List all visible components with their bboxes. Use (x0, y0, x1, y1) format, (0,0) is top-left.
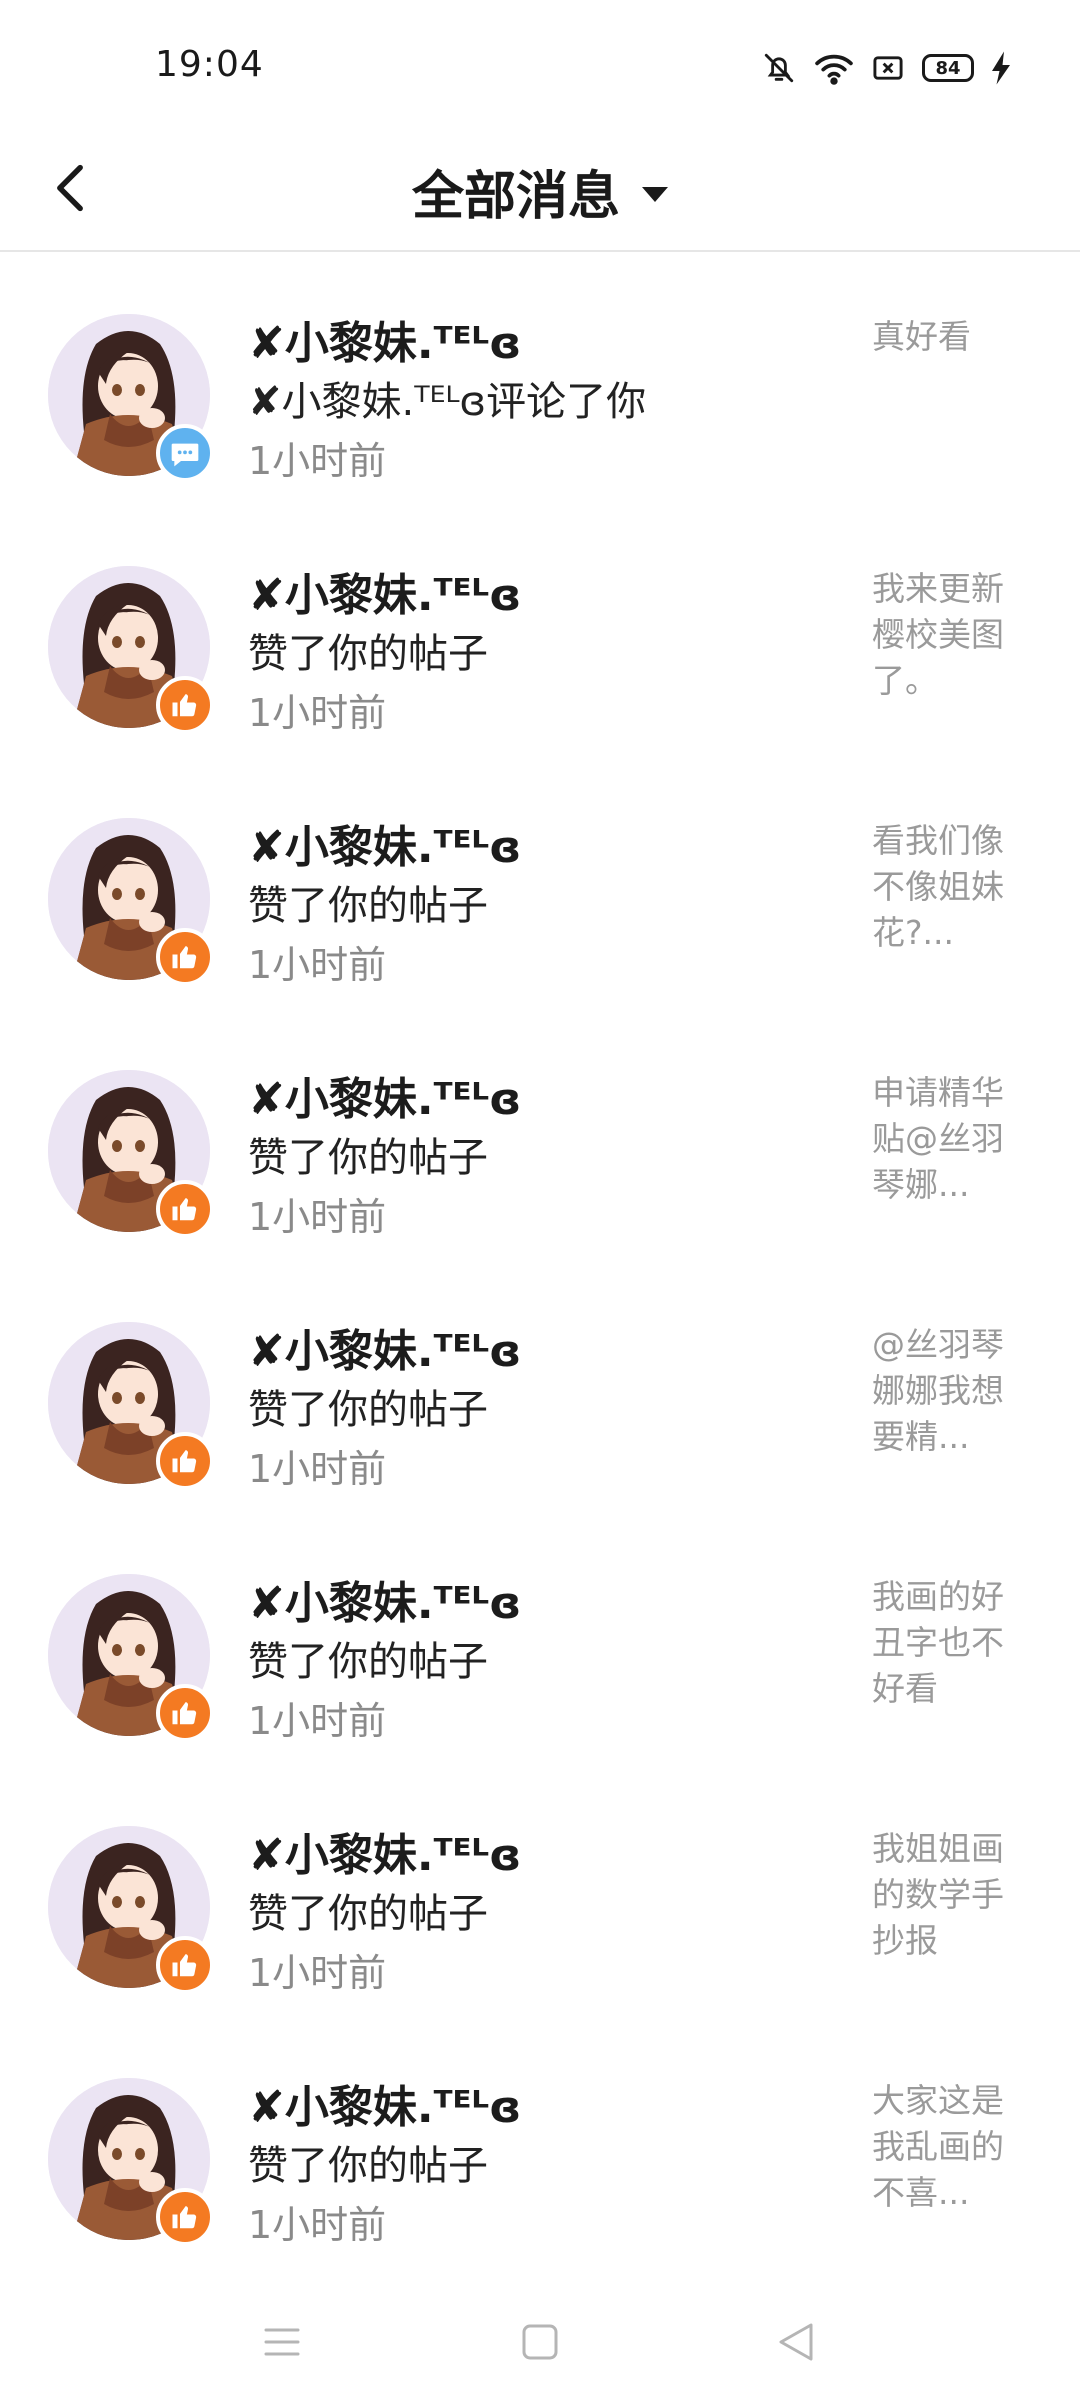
sender-name[interactable]: ✘小黎妹.ᵀᴱᴸɞ (248, 559, 521, 623)
post-preview[interactable]: 真好看 (872, 314, 1022, 360)
message-action: 赞了你的帖子 (248, 1639, 488, 1685)
message-time: 1小时前 (248, 1951, 387, 1995)
message-action: 赞了你的帖子 (248, 2143, 488, 2189)
message-item-4[interactable]: ✘小黎妹.ᵀᴱᴸɞ 赞了你的帖子 1小时前 申请精华贴@丝羽琴娜... (0, 1008, 1080, 1260)
post-preview[interactable]: 大家这是我乱画的不喜... (872, 2078, 1022, 2216)
post-preview[interactable]: 申请精华贴@丝羽琴娜... (872, 1070, 1022, 1208)
message-time: 1小时前 (248, 2203, 387, 2247)
message-item-5[interactable]: ✘小黎妹.ᵀᴱᴸɞ 赞了你的帖子 1小时前 @丝羽琴娜娜我想要精... (0, 1260, 1080, 1512)
sender-name[interactable]: ✘小黎妹.ᵀᴱᴸɞ (248, 811, 521, 875)
status-time: 19:04 (155, 44, 264, 85)
thumbs-up-icon (156, 928, 214, 986)
message-item-1[interactable]: ✘小黎妹.ᵀᴱᴸɞ ✘小黎妹.ᵀᴱᴸɞ评论了你 1小时前 真好看 (0, 252, 1080, 504)
sender-name[interactable]: ✘小黎妹.ᵀᴱᴸɞ (248, 1315, 521, 1379)
sender-name[interactable]: ✘小黎妹.ᵀᴱᴸɞ (248, 1567, 521, 1631)
message-item-3[interactable]: ✘小黎妹.ᵀᴱᴸɞ 赞了你的帖子 1小时前 看我们像不像姐妹花?... (0, 756, 1080, 1008)
sender-name[interactable]: ✘小黎妹.ᵀᴱᴸɞ (248, 1063, 521, 1127)
thumbs-up-icon (156, 1432, 214, 1490)
message-time: 1小时前 (248, 439, 387, 483)
sim-off-icon (872, 53, 904, 83)
sender-name[interactable]: ✘小黎妹.ᵀᴱᴸɞ (248, 2071, 521, 2135)
home-button[interactable] (500, 2304, 580, 2384)
sender-name[interactable]: ✘小黎妹.ᵀᴱᴸɞ (248, 1819, 521, 1883)
home-square-icon (521, 2323, 559, 2365)
message-time: 1小时前 (248, 943, 387, 987)
message-item-6[interactable]: ✘小黎妹.ᵀᴱᴸɞ 赞了你的帖子 1小时前 我画的好丑字也不好看 (0, 1512, 1080, 1764)
battery-icon: 84 (922, 54, 974, 82)
message-item-2[interactable]: ✘小黎妹.ᵀᴱᴸɞ 赞了你的帖子 1小时前 我来更新樱校美图了。 (0, 504, 1080, 756)
message-action: 赞了你的帖子 (248, 883, 488, 929)
post-preview[interactable]: 看我们像不像姐妹花?... (872, 818, 1022, 956)
message-time: 1小时前 (248, 1195, 387, 1239)
message-time: 1小时前 (248, 691, 387, 735)
menu-icon (262, 2324, 302, 2364)
message-time: 1小时前 (248, 1447, 387, 1491)
back-triangle-icon (776, 2321, 816, 2367)
thumbs-up-icon (156, 676, 214, 734)
post-preview[interactable]: 我画的好丑字也不好看 (872, 1574, 1022, 1712)
message-action: ✘小黎妹.ᵀᴱᴸɞ评论了你 (248, 379, 647, 425)
charging-icon (992, 51, 1010, 85)
page-title: 全部消息 (411, 166, 620, 227)
system-nav-bar (0, 2274, 1080, 2400)
message-item-8[interactable]: ✘小黎妹.ᵀᴱᴸɞ 赞了你的帖子 1小时前 大家这是我乱画的不喜... (0, 2016, 1080, 2268)
message-time: 1小时前 (248, 1699, 387, 1743)
sender-name[interactable]: ✘小黎妹.ᵀᴱᴸɞ (248, 307, 521, 371)
thumbs-up-icon (156, 2188, 214, 2246)
wifi-icon (814, 51, 854, 85)
comment-icon (156, 424, 214, 482)
thumbs-up-icon (156, 1936, 214, 1994)
message-list: ✘小黎妹.ᵀᴱᴸɞ ✘小黎妹.ᵀᴱᴸɞ评论了你 1小时前 真好看 ✘小黎妹.ᵀᴱ… (0, 252, 1080, 2268)
bell-muted-icon (762, 51, 796, 85)
post-preview[interactable]: 我来更新樱校美图了。 (872, 566, 1022, 704)
battery-level: 84 (935, 57, 961, 79)
thumbs-up-icon (156, 1684, 214, 1742)
thumbs-up-icon (156, 1180, 214, 1238)
message-action: 赞了你的帖子 (248, 1135, 488, 1181)
status-bar: 19:04 84 (0, 0, 1080, 130)
message-action: 赞了你的帖子 (248, 1891, 488, 1937)
header-bar: 全部消息 (0, 130, 1080, 252)
message-action: 赞了你的帖子 (248, 631, 488, 677)
menu-button[interactable] (242, 2304, 322, 2384)
post-preview[interactable]: 我姐姐画的数学手抄报 (872, 1826, 1022, 1964)
status-icons: 84 (762, 46, 1010, 90)
message-item-7[interactable]: ✘小黎妹.ᵀᴱᴸɞ 赞了你的帖子 1小时前 我姐姐画的数学手抄报 (0, 1764, 1080, 2016)
back-nav-button[interactable] (756, 2304, 836, 2384)
message-filter-dropdown[interactable]: 全部消息 (0, 152, 1080, 230)
caret-down-icon (642, 186, 668, 202)
message-action: 赞了你的帖子 (248, 1387, 488, 1433)
post-preview[interactable]: @丝羽琴娜娜我想要精... (872, 1322, 1022, 1460)
